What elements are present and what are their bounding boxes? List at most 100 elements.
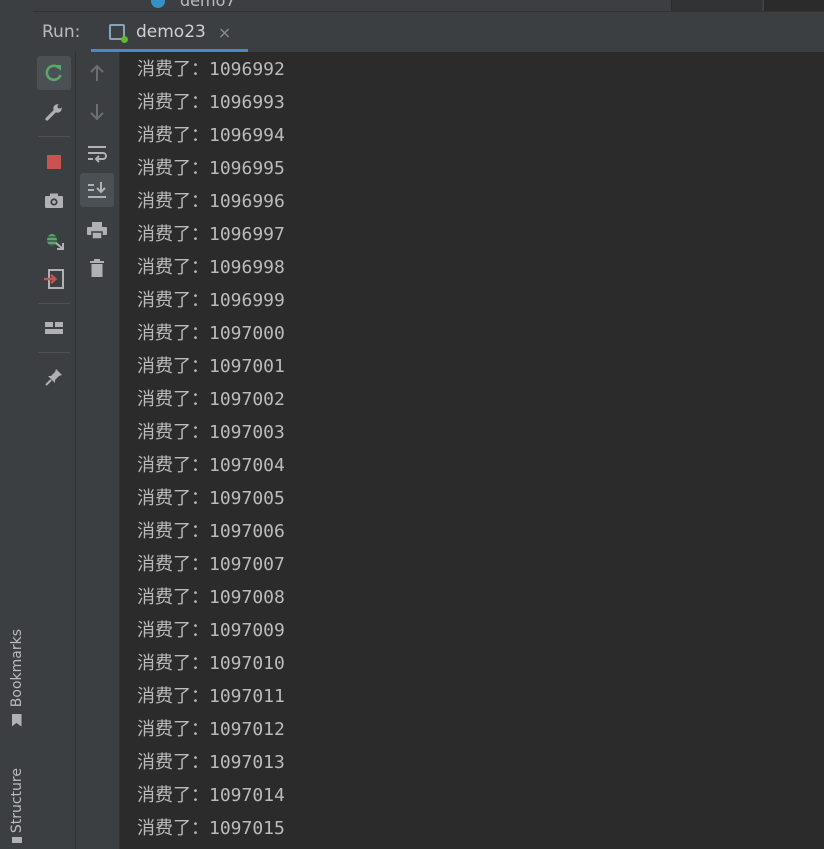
- next-occurrence-button[interactable]: [80, 95, 114, 129]
- rerun-button[interactable]: [37, 56, 71, 90]
- console-line: 消费了：1097014: [137, 779, 285, 812]
- console-line-value: 1096998: [209, 257, 285, 278]
- console-line-prefix: 消费了：: [137, 92, 209, 113]
- console-line-value: 1097006: [209, 521, 285, 542]
- run-panel-header: Run: demo23 ×: [33, 12, 824, 53]
- toolbar-separator: [38, 303, 70, 304]
- soft-wrap-button[interactable]: [80, 136, 114, 170]
- console-line-prefix: 消费了：: [137, 455, 209, 476]
- modify-config-button[interactable]: [37, 95, 71, 129]
- console-line-prefix: 消费了：: [137, 356, 209, 377]
- exit-icon: [44, 269, 64, 289]
- run-tab-label: demo23: [136, 22, 206, 42]
- run-toolbar-primary: [33, 52, 76, 849]
- scroll-to-end-button[interactable]: [80, 173, 114, 207]
- print-button[interactable]: [80, 214, 114, 248]
- console-line-value: 1097014: [209, 785, 285, 806]
- exit-button[interactable]: [37, 262, 71, 296]
- console-line: 消费了：1097007: [137, 548, 285, 581]
- console-line-prefix: 消费了：: [137, 653, 209, 674]
- stop-icon: [47, 155, 61, 169]
- dump-threads-button[interactable]: [37, 184, 71, 218]
- close-icon[interactable]: ×: [218, 23, 231, 42]
- console-line: 消费了：1097004: [137, 449, 285, 482]
- trash-icon: [90, 259, 104, 277]
- console-line-prefix: 消费了：: [137, 224, 209, 245]
- toolbar-separator: [38, 136, 70, 137]
- layout-button[interactable]: [37, 311, 71, 345]
- console-line-value: 1097015: [209, 818, 285, 839]
- left-tool-stripe: Bookmarks Structure: [0, 0, 34, 849]
- console-line-value: 1096997: [209, 224, 285, 245]
- run-toolbar-secondary: [76, 52, 120, 849]
- console-line-prefix: 消费了：: [137, 620, 209, 641]
- console-line-prefix: 消费了：: [137, 191, 209, 212]
- console-line-prefix: 消费了：: [137, 158, 209, 179]
- bookmarks-tab[interactable]: Bookmarks: [0, 618, 33, 738]
- console-line-prefix: 消费了：: [137, 752, 209, 773]
- console-line: 消费了：1097011: [137, 680, 285, 713]
- layout-icon: [45, 322, 63, 334]
- console-line-prefix: 消费了：: [137, 719, 209, 740]
- console-line-prefix: 消费了：: [137, 686, 209, 707]
- run-tab-demo23[interactable]: demo23 ×: [91, 12, 248, 52]
- run-label: Run:: [42, 22, 81, 42]
- wrench-icon: [45, 104, 62, 121]
- previous-occurrence-button[interactable]: [80, 56, 114, 90]
- console-line-value: 1096995: [209, 158, 285, 179]
- toolbar-separator: [38, 352, 70, 353]
- bookmark-icon: [11, 713, 22, 727]
- structure-tab[interactable]: Structure: [0, 762, 33, 849]
- camera-icon: [45, 193, 63, 208]
- down-arrow-icon: [90, 104, 104, 121]
- tree-item-label[interactable]: demo7: [180, 0, 236, 10]
- console-output[interactable]: 消费了：1096992 消费了：1096993 消费了：1096994 消费了：109…: [120, 52, 824, 849]
- console-line-prefix: 消费了：: [137, 785, 209, 806]
- console-line-value: 1097009: [209, 620, 285, 641]
- console-line-prefix: 消费了：: [137, 389, 209, 410]
- console-line: 消费了：1096993: [137, 86, 285, 119]
- clear-all-button[interactable]: [80, 251, 114, 285]
- console-line: 消费了：1097000: [137, 317, 285, 350]
- console-line: 消费了：1096997: [137, 218, 285, 251]
- console-line-value: 1096992: [209, 59, 285, 80]
- print-icon: [87, 222, 107, 240]
- console-line-value: 1097000: [209, 323, 285, 344]
- console-line: 消费了：1097002: [137, 383, 285, 416]
- console-line-prefix: 消费了：: [137, 290, 209, 311]
- rerun-icon: [45, 64, 62, 82]
- structure-tab-label: Structure: [8, 767, 25, 834]
- class-icon: [151, 0, 165, 8]
- console-line-value: 1096996: [209, 191, 285, 212]
- attach-debugger-button[interactable]: [37, 223, 71, 257]
- console-line-prefix: 消费了：: [137, 257, 209, 278]
- console-line-value: 1097012: [209, 719, 285, 740]
- console-line-prefix: 消费了：: [137, 422, 209, 443]
- bookmarks-tab-label: Bookmarks: [8, 629, 25, 708]
- console-line-value: 1096994: [209, 125, 285, 146]
- console-line: 消费了：1096996: [137, 185, 285, 218]
- scroll-to-end-icon: [88, 182, 106, 198]
- structure-icon: [11, 837, 22, 844]
- console-line-value: 1097003: [209, 422, 285, 443]
- console-line: 消费了：1097012: [137, 713, 285, 746]
- console-line-prefix: 消费了：: [137, 554, 209, 575]
- run-config-icon: [109, 24, 128, 43]
- console-line: 消费了：1097005: [137, 482, 285, 515]
- console-line-prefix: 消费了：: [137, 323, 209, 344]
- console-line: 消费了：1097009: [137, 614, 285, 647]
- console-line: 消费了：1097010: [137, 647, 285, 680]
- pin-tab-button[interactable]: [37, 360, 71, 394]
- console-line: 消费了：1097006: [137, 515, 285, 548]
- console-line: 消费了：1096992: [137, 53, 285, 86]
- console-line-prefix: 消费了：: [137, 587, 209, 608]
- console-line: 消费了：1096994: [137, 119, 285, 152]
- console-line-value: 1097008: [209, 587, 285, 608]
- console-line: 消费了：1097013: [137, 746, 285, 779]
- console-line-value: 1097011: [209, 686, 285, 707]
- stop-button[interactable]: [37, 145, 71, 179]
- console-line: 消费了：1097015: [137, 812, 285, 845]
- console-line-value: 1097002: [209, 389, 285, 410]
- console-line-value: 1096999: [209, 290, 285, 311]
- console-line: 消费了：1096999: [137, 284, 285, 317]
